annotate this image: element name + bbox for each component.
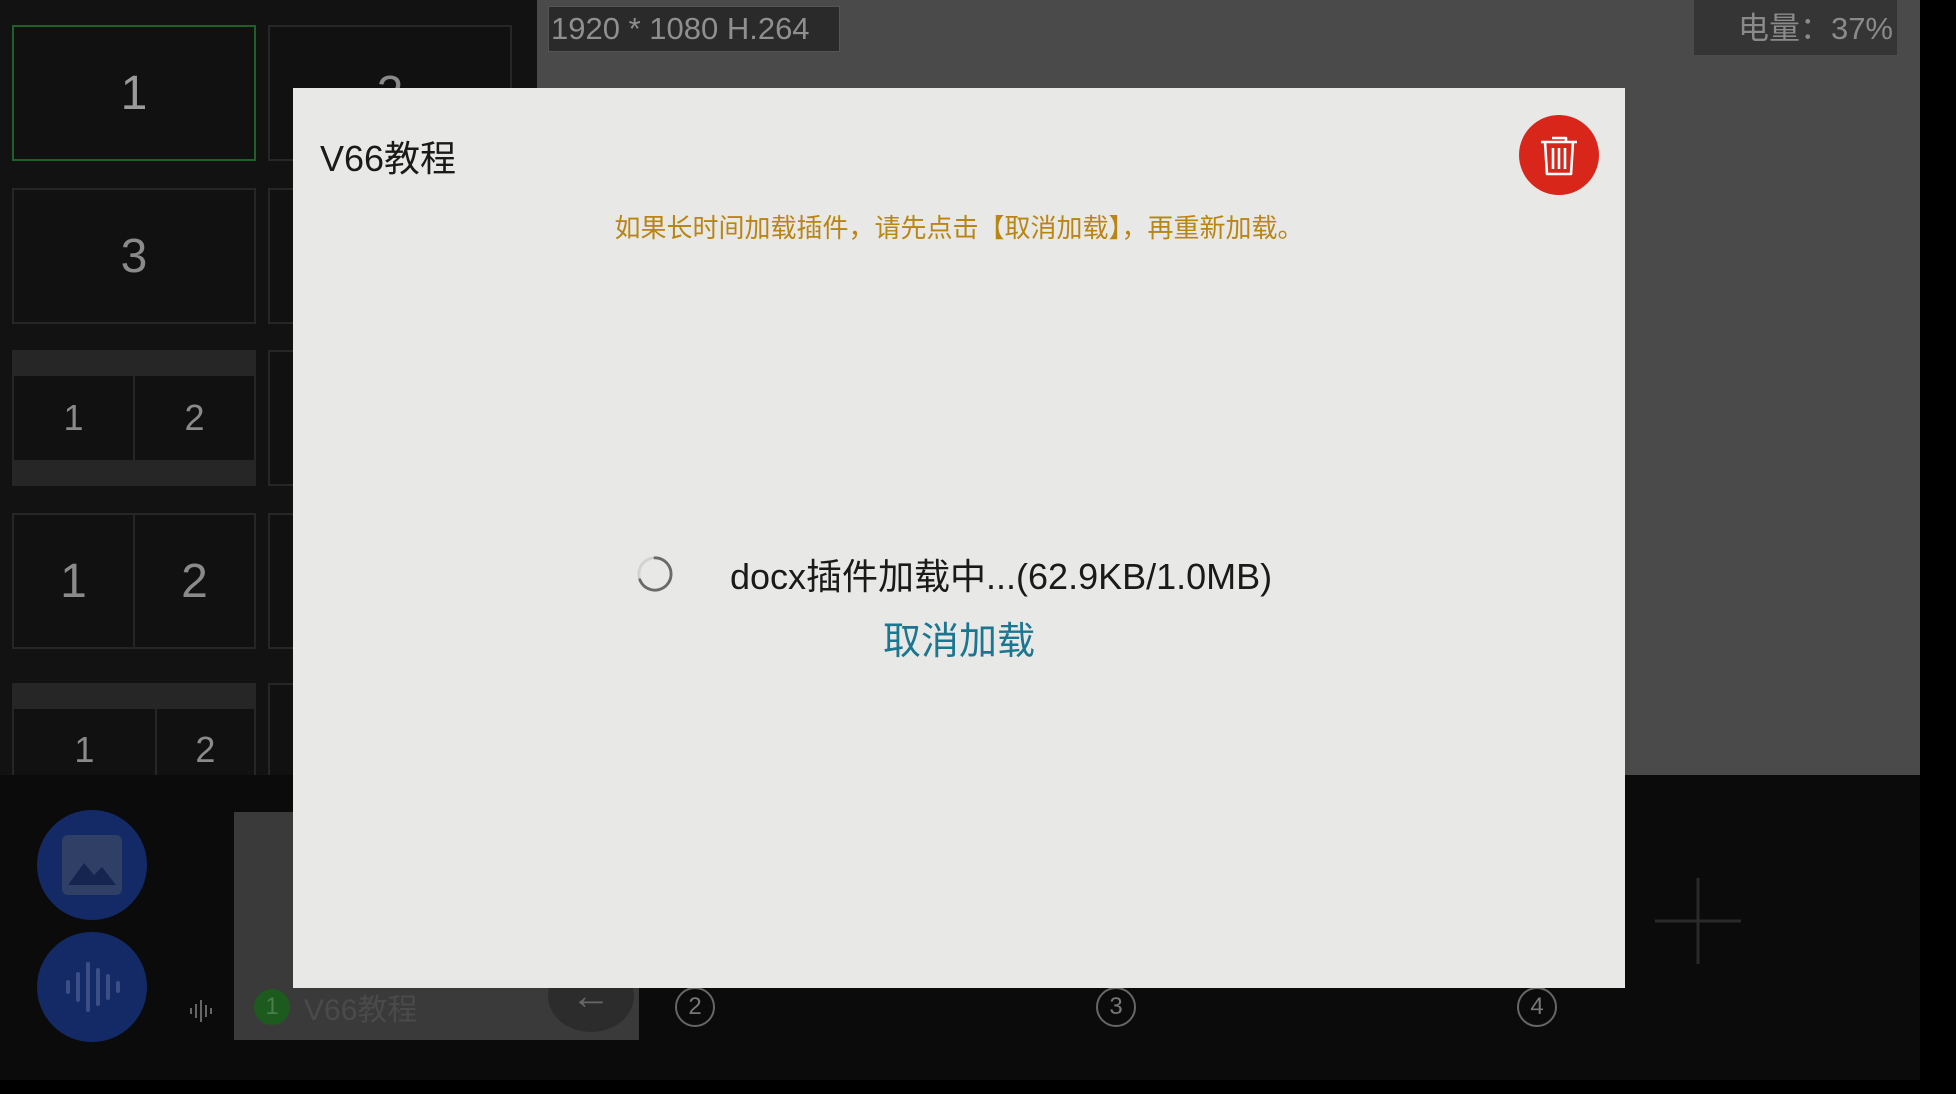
plugin-loading-dialog: V66教程 如果长时间加载插件，请先点击【取消加载】，再重新加载。 docx插件… bbox=[293, 88, 1625, 988]
loading-row: docx插件加载中...(62.9KB/1.0MB) bbox=[636, 548, 1272, 600]
image-button[interactable] bbox=[37, 810, 147, 920]
cancel-loading-label[interactable]: 取消加载 bbox=[883, 621, 1035, 663]
split-cell: 2 bbox=[184, 397, 205, 438]
dialog-title: V66教程 bbox=[320, 138, 457, 179]
split-cell: 1 bbox=[14, 515, 135, 647]
image-icon bbox=[62, 835, 122, 895]
mini-audio-wave-icon bbox=[188, 1000, 216, 1028]
track-number-badge: 1 bbox=[254, 989, 290, 1025]
track-slot-3[interactable]: 3 bbox=[1096, 987, 1136, 1027]
track-slot-4[interactable]: 4 bbox=[1517, 987, 1557, 1027]
resolution-badge: 1920 * 1080 H.264 bbox=[548, 6, 840, 52]
slot-number: 3 bbox=[1096, 987, 1136, 1027]
cancel-loading-button[interactable]: 取消加载 bbox=[293, 610, 1625, 665]
audio-wave-icon bbox=[66, 962, 120, 1012]
slot-number: 4 bbox=[1517, 987, 1557, 1027]
loading-spinner-icon bbox=[637, 556, 673, 592]
track-1-label: 1 V66教程 bbox=[254, 985, 417, 1029]
layout-tile-single-3[interactable]: 3 bbox=[12, 188, 256, 324]
loading-status-text: docx插件加载中...(62.9KB/1.0MB) bbox=[730, 556, 1273, 597]
plus-icon[interactable] bbox=[1655, 878, 1741, 964]
layout-tile-split-a[interactable]: 1 2 bbox=[12, 350, 256, 486]
split-cell: 1 bbox=[14, 376, 135, 460]
hint-text: 如果长时间加载插件，请先点击【取消加载】，再重新加载。 bbox=[614, 213, 1304, 243]
split-cell: 2 bbox=[181, 554, 208, 608]
layout-tile-split-b[interactable]: 1 2 bbox=[12, 513, 256, 649]
audio-button[interactable] bbox=[37, 932, 147, 1042]
tile-label: 1 bbox=[120, 66, 148, 120]
app-screen: 1 2 3 1 2 1 2 1 2 1920 * 1080 H.264 电量：3… bbox=[0, 0, 1920, 1080]
tile-label: 3 bbox=[120, 229, 148, 283]
battery-badge: 电量：37% bbox=[1694, 0, 1897, 55]
trash-icon bbox=[1541, 136, 1577, 176]
layout-tile-single-1[interactable]: 1 bbox=[12, 25, 256, 161]
track-slot-2[interactable]: 2 bbox=[675, 987, 715, 1027]
slot-number: 2 bbox=[675, 987, 715, 1027]
delete-button[interactable] bbox=[1519, 115, 1599, 195]
track-name: V66教程 bbox=[304, 994, 418, 1027]
